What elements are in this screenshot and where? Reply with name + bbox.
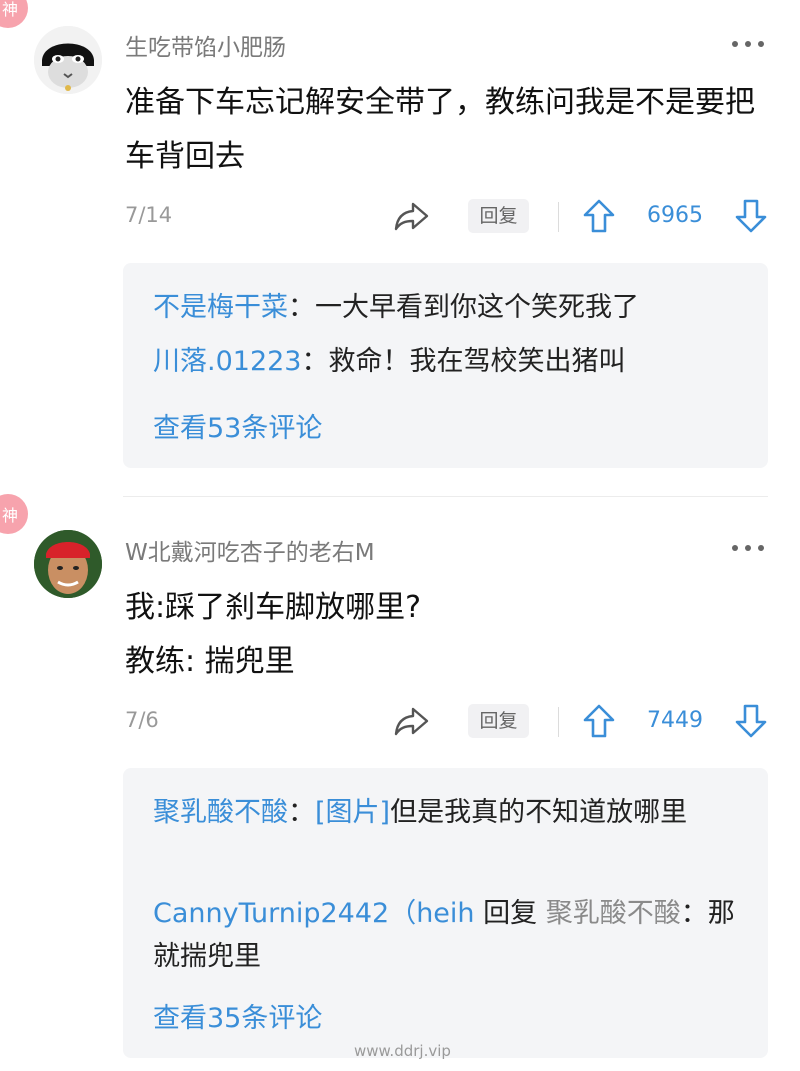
reply-button[interactable]: 回复 <box>468 199 529 233</box>
share-button[interactable] <box>392 196 432 236</box>
subreply-separator: ： <box>680 898 708 929</box>
vote-up-icon <box>583 199 615 233</box>
subreply-text: 但是我真的不知道放哪里 <box>390 797 688 828</box>
subreply-author[interactable]: CannyTurnip2442（heih <box>153 898 475 929</box>
subreply-separator: ： <box>288 292 315 323</box>
subreply-text: 一大早看到你这个笑死我了 <box>315 292 639 323</box>
upvote-button[interactable] <box>582 198 616 234</box>
god-comment-badge: 神 <box>0 494 28 534</box>
subreply-panel: 聚乳酸不酸：[图片]但是我真的不知道放哪里 CannyTurnip2442（he… <box>123 768 768 1058</box>
comment-username[interactable]: W北戴河吃杏子的老右M <box>125 533 375 567</box>
more-icon <box>758 545 764 551</box>
avatar[interactable] <box>34 26 102 94</box>
comment-username[interactable]: 生吃带馅小肥肠 <box>125 28 286 62</box>
more-icon <box>758 41 764 47</box>
avatar-image <box>34 26 102 94</box>
watermark: www.ddrj.vip <box>354 1042 451 1060</box>
god-comment-badge: 神 <box>0 0 28 28</box>
comment-date: 7/14 <box>125 203 173 227</box>
subreply-text: 救命！我在驾校笑出猪叫 <box>328 346 626 377</box>
subreply-item[interactable]: CannyTurnip2442（heih 回复 聚乳酸不酸：那就揣兜里 <box>153 892 743 978</box>
more-icon <box>732 41 738 47</box>
vote-up-icon <box>583 704 615 738</box>
downvote-button[interactable] <box>734 703 768 739</box>
avatar-image <box>34 530 102 598</box>
upvote-button[interactable] <box>582 703 616 739</box>
divider <box>558 707 559 737</box>
more-icon <box>732 545 738 551</box>
subreply-author[interactable]: 不是梅干菜 <box>153 292 288 323</box>
share-icon <box>394 707 429 736</box>
subreply-author[interactable]: 川落.01223 <box>153 346 301 377</box>
comment-content-line: 我:踩了刹车脚放哪里? <box>125 590 422 625</box>
vote-count: 6965 <box>647 203 703 228</box>
comment-content: 准备下车忘记解安全带了，教练问我是不是要把车背回去 <box>125 85 755 174</box>
subreply-panel: 不是梅干菜：一大早看到你这个笑死我了 川落.01223：救命！我在驾校笑出猪叫 … <box>123 263 768 468</box>
share-button[interactable] <box>392 701 432 741</box>
view-more-comments-link[interactable]: 查看35条评论 <box>153 996 322 1035</box>
more-icon <box>745 545 751 551</box>
image-link[interactable]: [图片] <box>315 797 390 828</box>
vote-down-icon <box>735 704 767 738</box>
more-options-button[interactable] <box>728 538 768 558</box>
subreply-separator: ： <box>288 797 315 828</box>
share-icon <box>394 202 429 231</box>
subreply-item[interactable]: 川落.01223：救命！我在驾校笑出猪叫 <box>153 340 743 383</box>
vote-count: 7449 <box>647 708 703 733</box>
comment-divider <box>123 496 768 497</box>
vote-down-icon <box>735 199 767 233</box>
subreply-target[interactable]: 聚乳酸不酸 <box>546 898 681 929</box>
divider <box>558 202 559 232</box>
downvote-button[interactable] <box>734 198 768 234</box>
view-more-comments-link[interactable]: 查看53条评论 <box>153 406 322 445</box>
reply-button[interactable]: 回复 <box>468 704 529 738</box>
comment-content: 我:踩了刹车脚放哪里? 教练: 揣兜里 <box>125 581 765 689</box>
subreply-item[interactable]: 不是梅干菜：一大早看到你这个笑死我了 <box>153 286 743 329</box>
comment-date: 7/6 <box>125 708 159 732</box>
more-options-button[interactable] <box>728 34 768 54</box>
more-icon <box>745 41 751 47</box>
comment-content-line: 教练: 揣兜里 <box>125 644 295 679</box>
subreply-author[interactable]: 聚乳酸不酸 <box>153 797 288 828</box>
subreply-item[interactable]: 聚乳酸不酸：[图片]但是我真的不知道放哪里 <box>153 791 743 834</box>
avatar[interactable] <box>34 530 102 598</box>
subreply-separator: ： <box>301 346 329 377</box>
subreply-reply-word: 回复 <box>474 898 546 929</box>
